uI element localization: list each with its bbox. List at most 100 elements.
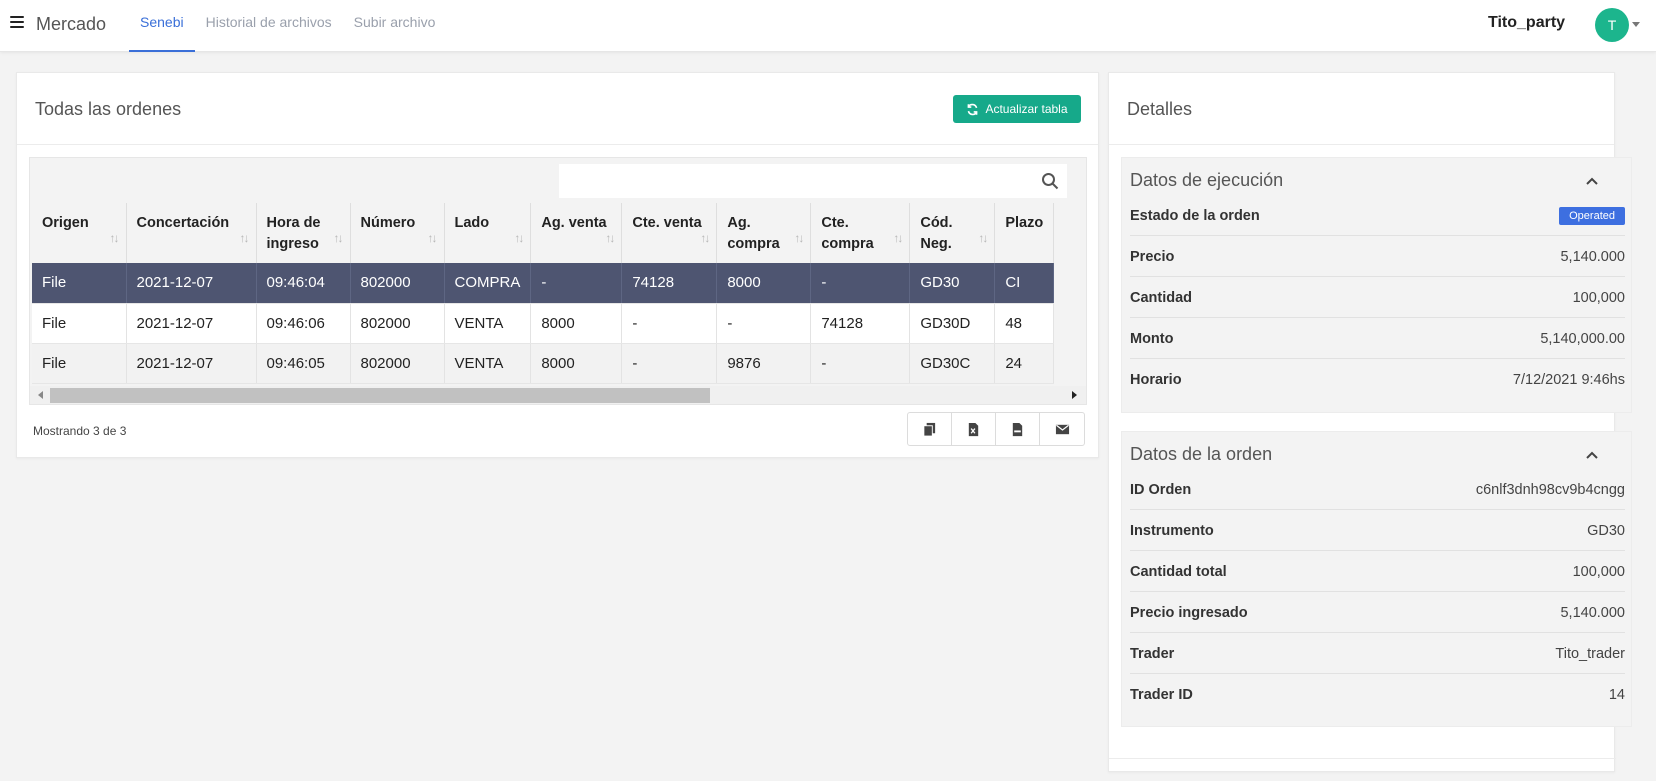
- column-header-plazo[interactable]: Plazo: [994, 203, 1055, 263]
- tab-senebi[interactable]: Senebi: [129, 0, 195, 52]
- detail-value: Tito_trader: [1555, 646, 1625, 662]
- table-cell: File: [32, 343, 127, 384]
- details-title: Detalles: [1127, 99, 1193, 119]
- scroll-left-icon[interactable]: [38, 391, 43, 399]
- column-header-numero[interactable]: Número ↑↓: [350, 203, 445, 263]
- table-cell: 09:46:04: [256, 263, 351, 304]
- column-header-cod-neg[interactable]: Cód. Neg. ↑↓: [909, 203, 996, 263]
- tab-historial-de-archivos[interactable]: Historial de archivos: [195, 0, 343, 52]
- detail-row-cantidad-total: Cantidad total 100,000: [1130, 552, 1625, 592]
- details-card-header: Detalles: [1109, 73, 1614, 145]
- status-badge: Operated: [1559, 207, 1625, 225]
- table-cell: CI: [994, 263, 1055, 304]
- showing-count: Mostrando 3 de 3: [33, 424, 127, 438]
- email-button[interactable]: [1040, 413, 1084, 445]
- detail-row-instrumento: Instrumento GD30: [1130, 511, 1625, 551]
- table-cell: 8000: [716, 263, 812, 304]
- table-cell: VENTA: [444, 343, 532, 384]
- scroll-right-icon[interactable]: [1072, 391, 1077, 399]
- table-cell: COMPRA: [444, 263, 532, 304]
- excel-export-button[interactable]: [952, 413, 996, 445]
- copy-button[interactable]: [908, 413, 952, 445]
- chevron-down-icon[interactable]: [1632, 22, 1640, 27]
- refresh-table-label: Actualizar tabla: [985, 102, 1068, 116]
- table-cell: 74128: [621, 263, 718, 304]
- avatar[interactable]: T: [1595, 8, 1629, 42]
- detail-label: Monto: [1130, 331, 1174, 347]
- detail-value: 14: [1608, 687, 1625, 703]
- detail-row-precio: Precio 5,140.000: [1130, 237, 1625, 277]
- column-header-lado[interactable]: Lado ↑↓: [444, 203, 532, 263]
- table-cell: -: [810, 343, 911, 384]
- export-buttons: [907, 412, 1085, 446]
- table-cell: 09:46:06: [256, 303, 351, 344]
- sort-icon[interactable]: ↑↓: [110, 228, 120, 249]
- detail-label: Precio ingresado: [1130, 605, 1248, 621]
- orders-title: Todas las ordenes: [35, 99, 182, 119]
- detail-label: Precio: [1130, 249, 1175, 265]
- detail-row-cantidad: Cantidad 100,000: [1130, 278, 1625, 318]
- search-input[interactable]: [559, 164, 1029, 198]
- hamburger-menu-icon[interactable]: [10, 16, 24, 30]
- tab-subir-archivo[interactable]: Subir archivo: [343, 0, 447, 52]
- search-icon[interactable]: [1041, 172, 1059, 190]
- excel-icon: [968, 422, 979, 436]
- detail-label: Estado de la orden: [1130, 208, 1260, 224]
- detail-label: Trader: [1130, 646, 1175, 662]
- table-header-row: Origen ↑↓ Concertación ↑↓ Hora de ingreso ↑…: [32, 203, 1055, 263]
- table-row[interactable]: File 2021-12-07 09:46:04 802000 COMPRA -…: [32, 263, 1055, 304]
- detail-label: Cantidad total: [1130, 564, 1227, 580]
- column-header-cte-compra[interactable]: Cte. compra ↑↓: [810, 203, 911, 263]
- divider: [1109, 758, 1616, 759]
- chevron-up-icon[interactable]: [1585, 450, 1599, 460]
- scrollbar-thumb[interactable]: [50, 388, 710, 403]
- detail-value: 100,000: [1572, 564, 1625, 580]
- detail-value: 5,140.000: [1560, 605, 1625, 621]
- detail-value: 5,140.000: [1560, 249, 1625, 265]
- detail-label: Cantidad: [1130, 290, 1193, 306]
- details-card: Detalles Datos de ejecución Estado de la…: [1108, 72, 1632, 772]
- sort-icon[interactable]: ↑↓: [978, 228, 988, 249]
- table-cell: 09:46:05: [256, 343, 351, 384]
- refresh-table-button[interactable]: Actualizar tabla: [953, 95, 1081, 123]
- sort-icon[interactable]: ↑↓: [893, 228, 903, 249]
- column-header-hora-de-ingreso[interactable]: Hora de ingreso ↑↓: [256, 203, 351, 263]
- table-row[interactable]: File 2021-12-07 09:46:06 802000 VENTA 80…: [32, 303, 1055, 344]
- detail-row-horario: Horario 7/12/2021 9:46hs: [1130, 360, 1625, 400]
- detail-label: Trader ID: [1130, 687, 1193, 703]
- column-header-ag-compra[interactable]: Ag. compra ↑↓: [716, 203, 812, 263]
- chevron-up-icon[interactable]: [1585, 176, 1599, 186]
- refresh-icon: [968, 103, 978, 115]
- table-cell: 74128: [810, 303, 911, 344]
- table-cell: 802000: [350, 343, 445, 384]
- search-box: [559, 164, 1067, 198]
- sort-icon[interactable]: ↑↓: [794, 228, 804, 249]
- sort-icon[interactable]: ↑↓: [334, 228, 344, 249]
- user-name: Tito_party: [1488, 14, 1566, 31]
- sort-icon[interactable]: ↑↓: [514, 228, 524, 249]
- table-cell: 8000: [530, 343, 623, 384]
- sort-icon[interactable]: ↑↓: [700, 228, 710, 249]
- table-cell: 9876: [716, 343, 812, 384]
- orders-table-container: Origen ↑↓ Concertación ↑↓ Hora de ingreso ↑…: [29, 157, 1087, 405]
- column-header-origen[interactable]: Origen ↑↓: [32, 203, 127, 263]
- horizontal-scrollbar[interactable]: [30, 386, 1086, 404]
- table-cell: 48: [994, 303, 1055, 344]
- sort-icon[interactable]: ↑↓: [428, 228, 438, 249]
- orders-card-header: Todas las ordenes Actualizar tabla: [17, 73, 1098, 145]
- table-row[interactable]: File 2021-12-07 09:46:05 802000 VENTA 80…: [32, 343, 1055, 384]
- column-header-cte-venta[interactable]: Cte. venta ↑↓: [621, 203, 718, 263]
- table-cell: 802000: [350, 263, 445, 304]
- column-header-ag-venta[interactable]: Ag. venta ↑↓: [530, 203, 623, 263]
- detail-value: 100,000: [1572, 290, 1625, 306]
- table-cell: File: [32, 263, 127, 304]
- detail-value: 5,140,000.00: [1540, 331, 1625, 347]
- table-cell: GD30D: [909, 303, 996, 344]
- csv-export-button[interactable]: [996, 413, 1040, 445]
- sort-icon[interactable]: ↑↓: [240, 228, 250, 249]
- execution-section-title: Datos de ejecución: [1130, 170, 1284, 190]
- sort-icon[interactable]: ↑↓: [605, 228, 615, 249]
- table-cell: VENTA: [444, 303, 532, 344]
- column-header-concertacion[interactable]: Concertación ↑↓: [126, 203, 257, 263]
- detail-row-trader-id: Trader ID 14: [1130, 675, 1625, 715]
